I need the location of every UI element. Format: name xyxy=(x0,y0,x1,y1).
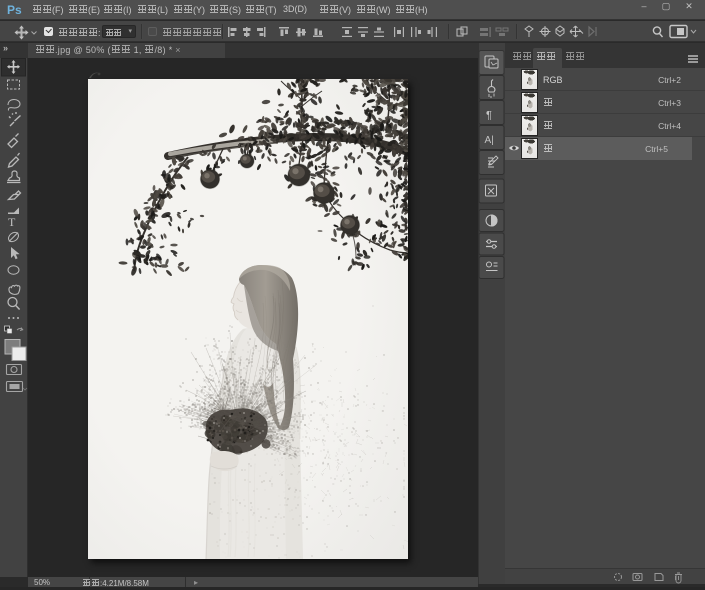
svg-text:¶: ¶ xyxy=(486,110,492,122)
svg-text:T: T xyxy=(8,215,16,229)
svg-text:A|: A| xyxy=(485,135,494,146)
